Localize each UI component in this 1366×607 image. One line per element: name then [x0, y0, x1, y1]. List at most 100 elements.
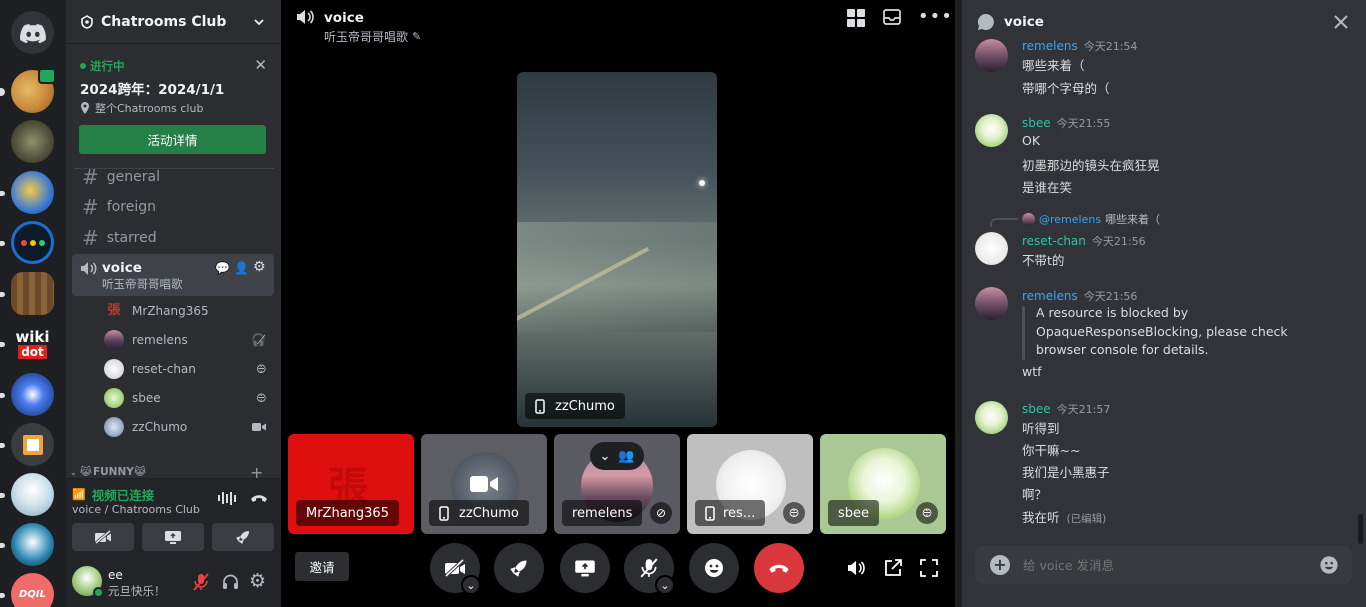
- grid-view-icon[interactable]: [847, 9, 865, 27]
- inbox-icon[interactable]: [883, 9, 901, 25]
- chat-panel: voice remelens 今天21:54 哪些来着（ 带哪个字母的（ sbee…: [962, 0, 1366, 607]
- scrollbar[interactable]: [1358, 514, 1363, 544]
- voice-user-remelens[interactable]: remelens 🎧̸: [104, 327, 274, 353]
- voice-activity-icon[interactable]: [218, 491, 236, 505]
- event-details-button[interactable]: 活动详情: [79, 125, 266, 154]
- server-icon-dqil[interactable]: DQIL: [11, 573, 54, 607]
- message-author[interactable]: remelens: [1022, 289, 1078, 303]
- volume-icon[interactable]: [847, 559, 867, 577]
- voice-connection-panel: 📶 视频已连接 voice / Chatrooms Club: [66, 478, 281, 558]
- gear-icon[interactable]: ⚙: [249, 570, 266, 592]
- message-author[interactable]: sbee: [1022, 402, 1051, 416]
- avatar[interactable]: [975, 287, 1008, 320]
- avatar[interactable]: [975, 401, 1008, 434]
- emoji-picker-icon[interactable]: [1319, 555, 1339, 575]
- participant-tile-sbee[interactable]: sbee ⨸: [820, 434, 946, 534]
- message-timestamp: 今天21:57: [1056, 403, 1111, 416]
- unread-pip: [0, 543, 5, 548]
- avatar: [104, 359, 124, 379]
- server-icon-anime[interactable]: [11, 523, 54, 566]
- chevron-down-icon: ⌄: [70, 467, 77, 477]
- server-icon-emblem[interactable]: [11, 120, 54, 163]
- channel-foreign[interactable]: # foreign: [74, 193, 274, 221]
- close-event-icon[interactable]: ✕: [254, 56, 267, 74]
- server-icon-wikidot[interactable]: wiki dot: [11, 322, 54, 365]
- channel-starred[interactable]: # starred: [74, 224, 274, 252]
- message-timestamp: 今天21:56: [1083, 290, 1138, 303]
- channel-general[interactable]: # general: [74, 163, 274, 191]
- tile-controls[interactable]: ⌄ 👥: [590, 442, 644, 470]
- message-text: 是谁在笑: [1022, 180, 1073, 195]
- participant-name-tag: zzChumo: [429, 500, 529, 526]
- invite-user-icon[interactable]: 👤: [234, 261, 249, 275]
- participant-name-tag: MrZhang365: [296, 500, 399, 526]
- discord-home-icon[interactable]: [11, 11, 54, 54]
- avatar: [104, 417, 124, 437]
- server-icon-crafting[interactable]: [11, 272, 54, 315]
- message-author[interactable]: reset-chan: [1022, 234, 1086, 248]
- avatar[interactable]: [975, 232, 1008, 265]
- message-header: sbee 今天21:57: [1022, 401, 1110, 417]
- more-options-icon[interactable]: •••: [918, 6, 953, 27]
- server-header[interactable]: Chatrooms Club: [66, 0, 281, 44]
- screen-share-button[interactable]: [560, 543, 610, 593]
- disconnect-button[interactable]: [754, 543, 804, 593]
- participant-tile-remelens[interactable]: ⌄ 👥 remelens ⊘: [554, 434, 680, 534]
- channel-voice[interactable]: voice 听玉帝哥哥唱歌 💬 👤 ⚙: [72, 254, 274, 296]
- speaker-icon: [81, 262, 97, 275]
- server-icon-square[interactable]: [11, 423, 54, 466]
- server-icon-blob[interactable]: [11, 171, 54, 214]
- camera-off-button[interactable]: [72, 523, 134, 551]
- live-dot-icon: [80, 63, 86, 69]
- unread-pip: [0, 342, 5, 347]
- voice-user-sbee[interactable]: sbee ⨸: [104, 385, 274, 411]
- featured-video[interactable]: zzChumo: [517, 72, 717, 427]
- avatar: [104, 388, 124, 408]
- mic-muted-icon: [640, 558, 658, 578]
- mobile-icon: [535, 398, 545, 414]
- camera-off-icon: [444, 559, 465, 577]
- stage-channel-status[interactable]: 听玉帝哥哥唱歌 ✎: [324, 28, 421, 45]
- gear-icon[interactable]: ⚙: [253, 259, 266, 275]
- message-author[interactable]: remelens: [1022, 39, 1078, 53]
- chevron-down-icon[interactable]: [253, 16, 265, 28]
- voice-user-reset-chan[interactable]: reset-chan ⨸: [104, 356, 274, 382]
- server-icon-star[interactable]: [11, 373, 54, 416]
- activities-button[interactable]: [494, 543, 544, 593]
- message-author[interactable]: sbee: [1022, 116, 1051, 130]
- server-icon-girl[interactable]: [11, 473, 54, 516]
- voice-user-mrzhang365[interactable]: 張 MrZhang365: [104, 298, 274, 324]
- pop-out-icon[interactable]: [884, 559, 902, 577]
- disconnect-icon[interactable]: [250, 493, 268, 503]
- soundboard-button[interactable]: [689, 543, 739, 593]
- participant-tile-reset-chan[interactable]: res... ⨸: [687, 434, 813, 534]
- attach-plus-icon[interactable]: +: [990, 555, 1010, 575]
- activities-button[interactable]: [212, 523, 274, 551]
- mic-muted-icon[interactable]: [193, 573, 209, 591]
- avatar[interactable]: [975, 114, 1008, 147]
- hash-icon: #: [82, 226, 99, 250]
- reply-preview[interactable]: @remelens 哪些来着（: [1022, 211, 1160, 227]
- close-icon[interactable]: [1333, 14, 1349, 30]
- category-funny[interactable]: ⌄ 😹 FUNNY 😹: [70, 466, 146, 478]
- participant-tile-mrzhang365[interactable]: 張 MrZhang365: [288, 434, 414, 534]
- camera-options-chevron-icon[interactable]: ⌄: [461, 575, 481, 595]
- voice-user-zzchumo[interactable]: zzChumo: [104, 414, 274, 440]
- panel-gap: [955, 0, 962, 607]
- server-icon-dots[interactable]: [11, 221, 54, 264]
- video-badge-icon: [38, 68, 56, 84]
- avatar[interactable]: [975, 39, 1008, 72]
- message-input[interactable]: [1023, 555, 1303, 575]
- fullscreen-icon[interactable]: [920, 559, 938, 577]
- chat-bubble-icon[interactable]: 💬: [215, 261, 230, 275]
- participant-tile-zzchumo[interactable]: zzChumo: [421, 434, 547, 534]
- message-text: 不带t的: [1022, 253, 1065, 268]
- headphones-icon[interactable]: [222, 574, 239, 590]
- message-timestamp: 今天21:55: [1056, 117, 1111, 130]
- screen-share-button[interactable]: [142, 523, 204, 551]
- event-location: 整个Chatrooms club: [80, 100, 203, 116]
- invite-button[interactable]: 邀请: [295, 552, 349, 581]
- emoji-icon: 😹: [133, 466, 147, 478]
- users-icon: 👥: [618, 448, 635, 464]
- mic-options-chevron-icon[interactable]: ⌄: [655, 575, 675, 595]
